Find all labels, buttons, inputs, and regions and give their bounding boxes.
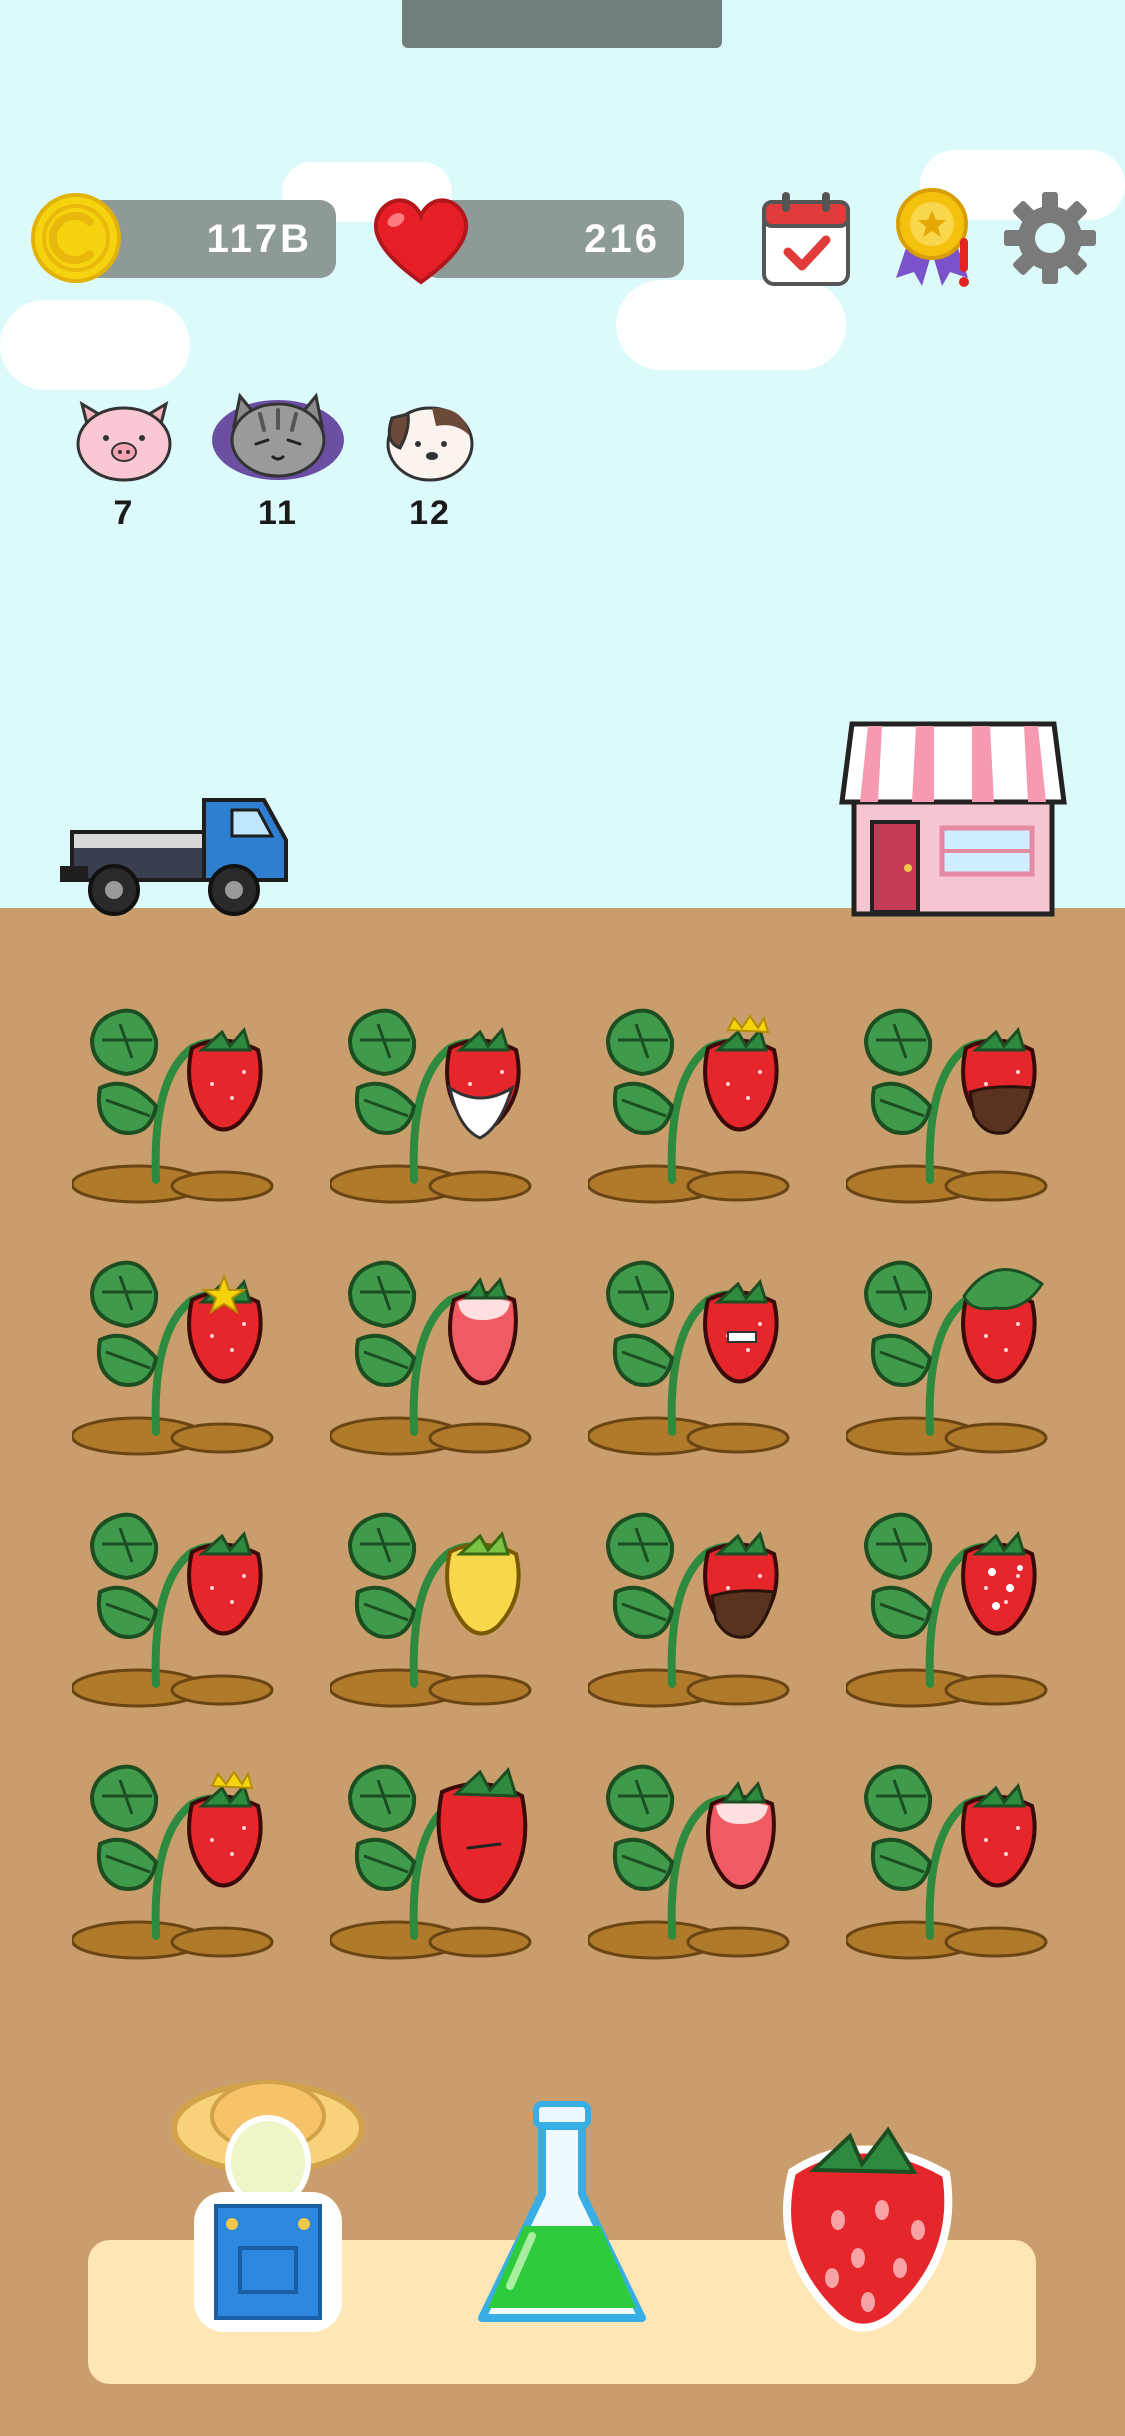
strawberry-icon[interactable] <box>762 2112 962 2338</box>
cat-icon[interactable] <box>208 378 348 484</box>
strawberry-plant[interactable] <box>846 1492 1066 1712</box>
dog-icon[interactable] <box>380 396 480 484</box>
strawberry-plant[interactable] <box>330 1744 550 1964</box>
top-notch <box>402 0 722 48</box>
strawberry-plant[interactable] <box>72 1492 292 1712</box>
medal-icon[interactable] <box>888 186 976 294</box>
calendar-icon[interactable] <box>760 190 852 288</box>
strawberry-plant[interactable] <box>846 1744 1066 1964</box>
gear-icon[interactable] <box>1002 190 1098 286</box>
strawberry-plant[interactable] <box>588 1240 808 1460</box>
pet-count-dog: 12 <box>409 494 451 532</box>
strawberry-plant[interactable] <box>846 1240 1066 1460</box>
strawberry-plant[interactable] <box>588 988 808 1208</box>
cloud <box>0 300 190 390</box>
shop-building[interactable] <box>838 718 1068 920</box>
strawberry-plant[interactable] <box>588 1492 808 1712</box>
delivery-truck[interactable] <box>54 790 294 920</box>
strawberry-plant[interactable] <box>330 988 550 1208</box>
strawberry-plant[interactable] <box>330 1492 550 1712</box>
cloud <box>616 280 846 370</box>
pet-count-pig: 7 <box>113 494 135 532</box>
pet-count-cat: 11 <box>258 494 298 532</box>
strawberry-plant[interactable] <box>72 1240 292 1460</box>
heart-value: 216 <box>584 216 660 261</box>
flask-icon[interactable] <box>466 2096 658 2338</box>
coin-value: 117B <box>206 216 312 261</box>
pig-icon[interactable] <box>68 394 180 484</box>
strawberry-plant[interactable] <box>330 1240 550 1460</box>
heart-icon <box>373 198 469 285</box>
farmer-icon[interactable] <box>168 2068 368 2338</box>
coin-icon <box>31 193 121 283</box>
strawberry-plant[interactable] <box>72 1744 292 1964</box>
strawberry-plant[interactable] <box>72 988 292 1208</box>
strawberry-plant[interactable] <box>588 1744 808 1964</box>
strawberry-plant[interactable] <box>846 988 1066 1208</box>
